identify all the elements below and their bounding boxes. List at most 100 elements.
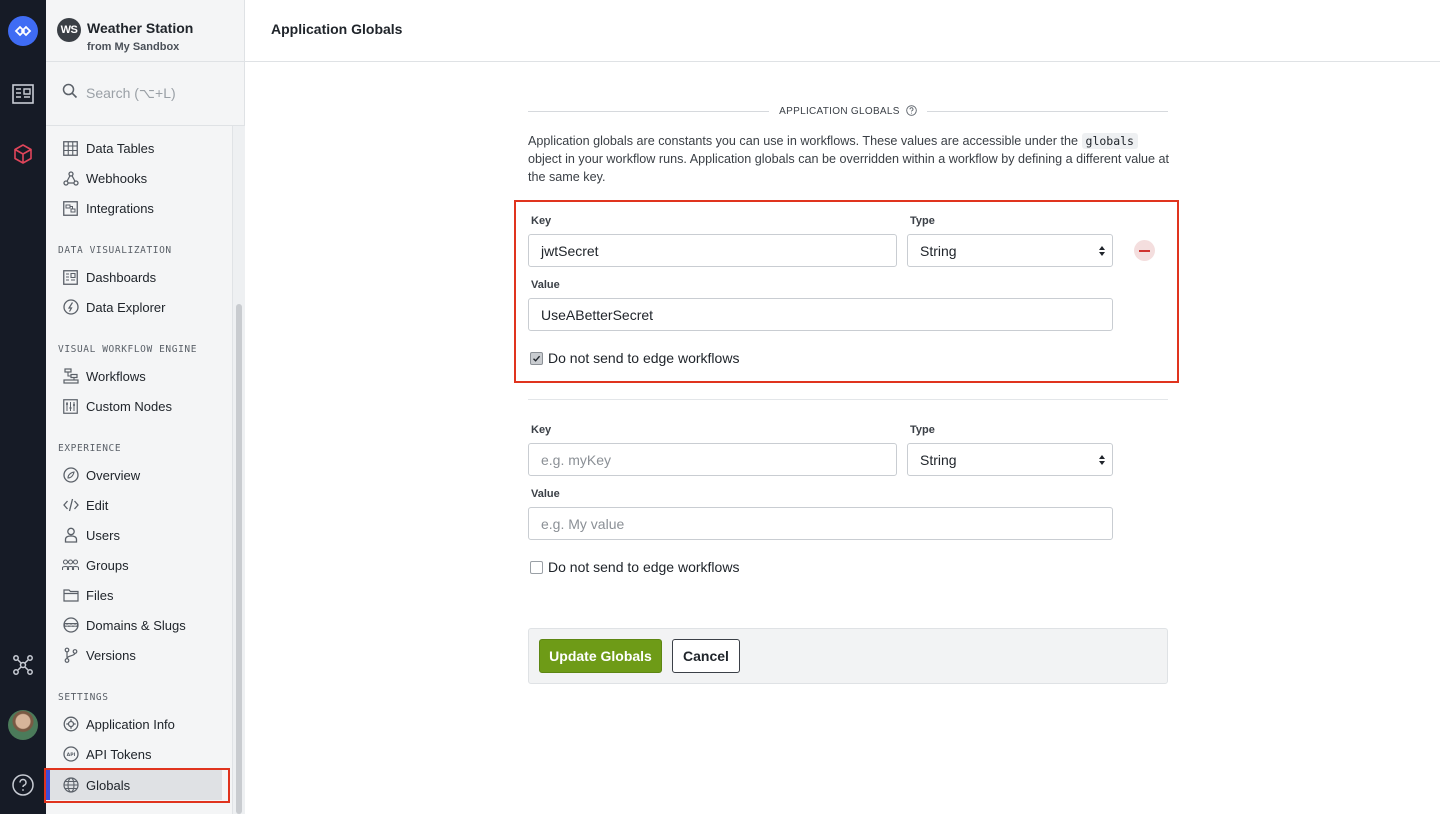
sidebar-item-files[interactable]: Files	[46, 580, 222, 610]
key-input[interactable]: jwtSecret	[528, 234, 897, 267]
sidebar-item-label: Custom Nodes	[86, 398, 172, 414]
search-icon	[62, 83, 78, 104]
sidebar-item-label: Webhooks	[86, 170, 148, 186]
sidebar-item-label: Data Tables	[86, 140, 155, 156]
globals-code: globals	[1081, 133, 1138, 149]
page-title: Application Globals	[271, 21, 403, 37]
type-select-value: String	[920, 242, 957, 259]
new-value-input[interactable]: e.g. My value	[528, 507, 1113, 540]
section-experience: EXPERIENCE	[58, 443, 122, 454]
sidebar-item-label: Data Explorer	[86, 299, 166, 315]
sidebar-item-groups[interactable]: Groups	[46, 550, 222, 580]
sidebar-item-label: Integrations	[86, 200, 154, 216]
section-visual-workflow-engine: VISUAL WORKFLOW ENGINE	[58, 344, 198, 355]
new-type-select[interactable]: String	[907, 443, 1113, 476]
workflow-icon	[62, 368, 79, 385]
dashboard-icon	[62, 269, 79, 286]
search-placeholder: Search (⌥+L)	[86, 85, 176, 101]
sidebar-item-overview[interactable]: Overview	[46, 460, 222, 490]
sidebar-scrollbar-thumb[interactable]	[236, 304, 242, 814]
update-globals-button[interactable]: Update Globals	[539, 639, 662, 673]
cancel-button[interactable]: Cancel	[672, 639, 740, 673]
info-icon[interactable]	[906, 105, 917, 119]
search-input[interactable]: Search (⌥+L)	[46, 62, 245, 126]
overview-icon	[62, 467, 79, 484]
sidebar-item-data-tables[interactable]: Data Tables	[46, 133, 222, 163]
sidebar-item-workflows[interactable]: Workflows	[46, 361, 222, 391]
sliders-icon	[62, 398, 79, 415]
devices-network-icon[interactable]	[0, 647, 46, 683]
sidebar-item-users[interactable]: Users	[46, 520, 222, 550]
explorer-icon	[62, 299, 79, 316]
type-label: Type	[910, 424, 935, 436]
new-key-input[interactable]: e.g. myKey	[528, 443, 897, 476]
sidebar-item-application-info[interactable]: Application Info	[46, 709, 222, 739]
sidebar-item-versions[interactable]: Versions	[46, 640, 222, 670]
select-arrows-icon	[1099, 246, 1105, 256]
sidebar-item-label: Dashboards	[86, 269, 157, 285]
minus-icon	[1139, 249, 1150, 252]
value-label: Value	[531, 488, 560, 500]
application-sidebar: WS Weather Station from My Sandbox Searc…	[46, 0, 245, 814]
integrations-icon	[62, 200, 79, 217]
sidebar-item-label: API Tokens	[86, 746, 152, 762]
remove-global-button[interactable]	[1134, 240, 1155, 261]
type-select-value: String	[920, 451, 957, 468]
value-input[interactable]: UseABetterSecret	[528, 298, 1113, 331]
sidebar-item-domains-slugs[interactable]: WWW Domains & Slugs	[46, 610, 222, 640]
sidebar-item-dashboards[interactable]: Dashboards	[46, 262, 222, 292]
sidebar-scrollbar[interactable]	[232, 126, 245, 814]
check-icon	[533, 355, 541, 362]
section-settings: SETTINGS	[58, 692, 109, 703]
sidebar-item-globals[interactable]: Globals	[46, 770, 222, 800]
dashboards-nav-icon[interactable]	[0, 76, 46, 112]
select-arrows-icon	[1099, 455, 1105, 465]
sidebar-item-edit[interactable]: Edit	[46, 490, 222, 520]
webhook-icon	[62, 170, 79, 187]
globe-icon	[62, 777, 79, 794]
sidebar-item-label: Globals	[86, 777, 131, 793]
user-avatar[interactable]	[0, 707, 46, 743]
branch-icon	[62, 647, 79, 664]
edge-checkbox[interactable]	[530, 352, 543, 365]
type-label: Type	[910, 215, 935, 227]
globals-description: Application globals are constants you ca…	[528, 132, 1170, 186]
section-title: APPLICATION GLOBALS	[779, 106, 900, 117]
section-heading: APPLICATION GLOBALS	[528, 104, 1168, 120]
table-icon	[62, 140, 79, 157]
sidebar-item-label: Overview	[86, 467, 141, 483]
svg-text:API: API	[66, 752, 75, 758]
gear-icon	[62, 716, 79, 733]
key-label: Key	[531, 424, 552, 436]
entry-divider	[528, 399, 1168, 400]
applications-cube-icon[interactable]	[0, 136, 46, 172]
application-header[interactable]: WS Weather Station from My Sandbox	[46, 0, 245, 62]
sidebar-item-label: Files	[86, 587, 114, 603]
sidebar-item-label: Workflows	[86, 368, 146, 384]
value-label: Value	[531, 279, 560, 291]
sidebar-item-api-tokens[interactable]: API API Tokens	[46, 739, 222, 769]
code-icon	[62, 497, 79, 514]
new-edge-checkbox[interactable]	[530, 561, 543, 574]
sidebar-item-label: Domains & Slugs	[86, 617, 186, 633]
description-text-2: object in your workflow runs. Applicatio…	[528, 152, 1170, 184]
sidebar-item-webhooks[interactable]: Webhooks	[46, 163, 222, 193]
sidebar-item-data-explorer[interactable]: Data Explorer	[46, 292, 222, 322]
section-data-visualization: DATA VISUALIZATION	[58, 245, 172, 256]
sidebar-item-custom-nodes[interactable]: Custom Nodes	[46, 391, 222, 421]
user-icon	[62, 527, 79, 544]
svg-text:WWW: WWW	[65, 623, 77, 627]
edge-checkbox-label: Do not send to edge workflows	[548, 350, 740, 366]
application-sandbox: from My Sandbox	[87, 41, 180, 53]
sidebar-item-label: Edit	[86, 497, 109, 513]
sidebar-item-label: Users	[86, 527, 120, 543]
description-text-1: Application globals are constants you ca…	[528, 134, 1082, 148]
edge-checkbox-label: Do not send to edge workflows	[548, 559, 740, 575]
key-label: Key	[531, 215, 552, 227]
help-icon[interactable]	[0, 767, 46, 803]
type-select[interactable]: String	[907, 234, 1113, 267]
sidebar-item-integrations[interactable]: Integrations	[46, 193, 222, 223]
sidebar-item-label: Groups	[86, 557, 129, 573]
losant-logo-icon[interactable]	[0, 13, 46, 49]
application-name: Weather Station	[87, 20, 194, 36]
